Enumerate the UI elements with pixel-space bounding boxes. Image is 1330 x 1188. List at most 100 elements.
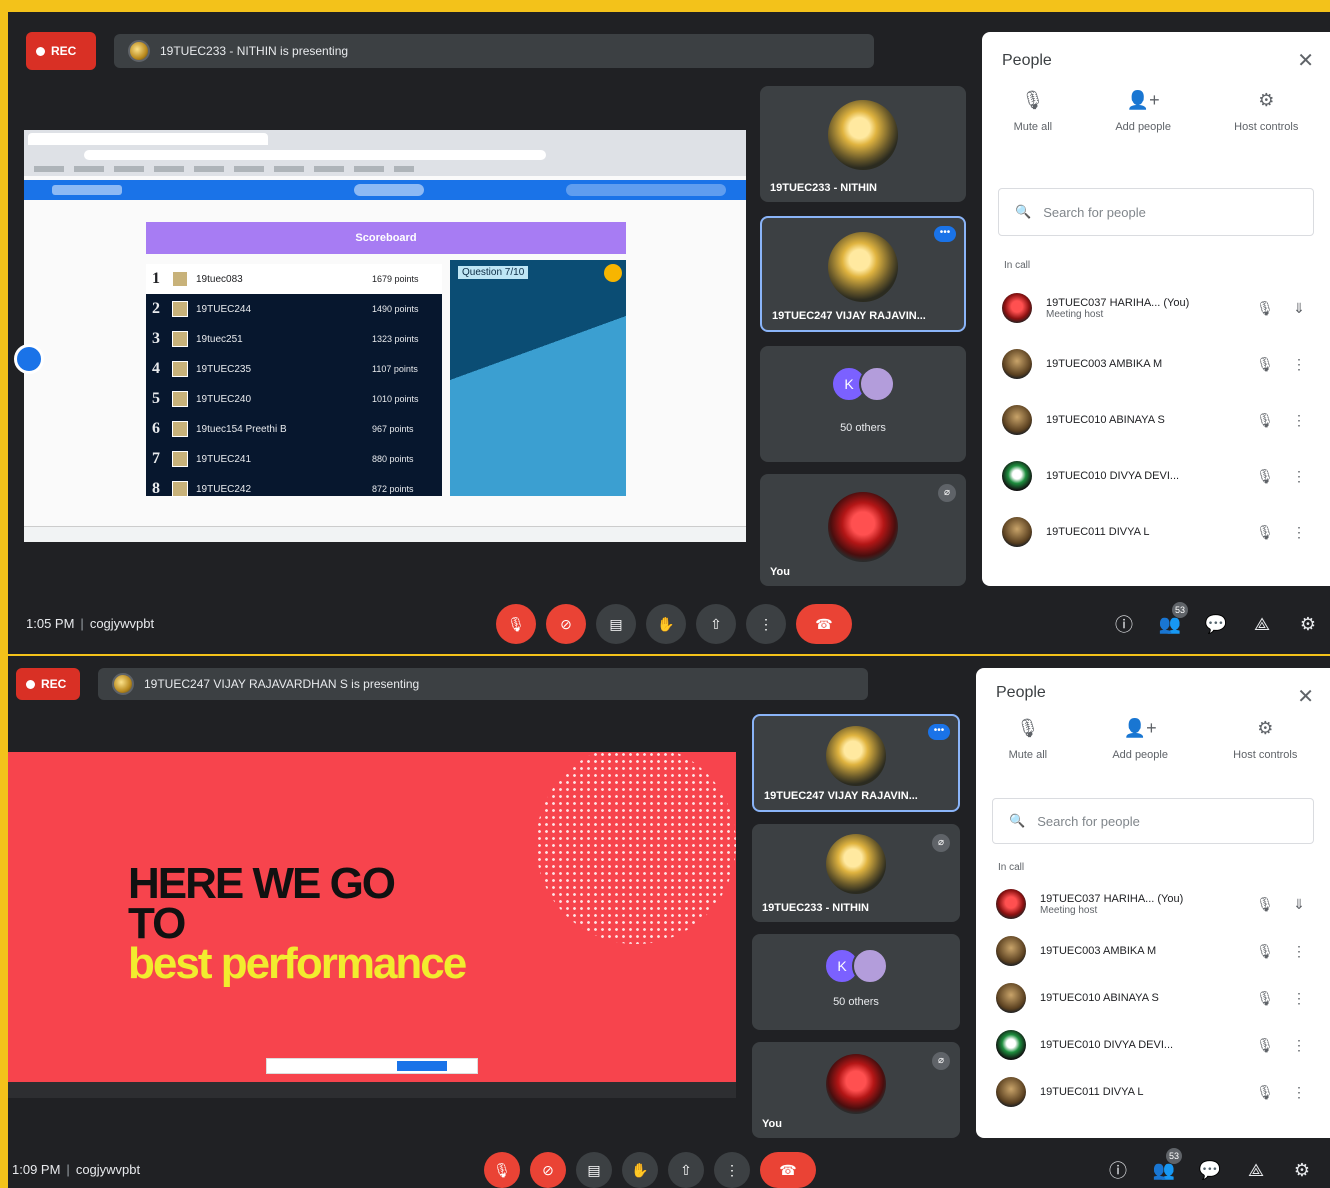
pin-icon[interactable]: ⇓ [1282,896,1316,913]
chat-icon[interactable]: 💬 [1198,1158,1222,1182]
mic-off-icon[interactable]: 🎙 [1248,412,1282,429]
more-vert-icon[interactable]: ⋮ [1282,412,1316,429]
others-tile[interactable]: K 50 others [752,934,960,1030]
shared-screen[interactable]: Scoreboard 1 19tuec083 1679 points 2 19TUEC2… [24,130,746,542]
mic-off-icon[interactable]: 🎙 [1248,1084,1282,1101]
participant-row[interactable]: 19TUEC003 AMBIKA M 🎙 ⋮ [982,342,1330,386]
captions-button[interactable]: ▤ [596,604,636,644]
player-avatar [172,361,188,377]
activities-icon[interactable]: ⟁ [1244,1158,1268,1182]
mute-all-label: Mute all [1008,749,1048,761]
mic-off-button[interactable]: 🎙 [496,604,536,644]
participant-row[interactable]: 19TUEC037 HARIHA... (You) Meeting host 🎙 ⇓ [982,286,1330,330]
participant-row[interactable]: 19TUEC003 AMBIKA M 🎙 ⋮ [976,929,1330,973]
participant-row[interactable]: 19TUEC010 DIVYA DEVI... 🎙 ⋮ [976,1023,1330,1067]
host-controls-button[interactable]: ⚙ Host controls [1234,90,1298,133]
search-input[interactable]: 🔍 Search for people [998,188,1314,236]
camera-off-button[interactable]: ⊘ [546,604,586,644]
mic-off-icon[interactable]: 🎙 [1248,524,1282,541]
more-vert-icon[interactable]: ⋮ [1282,1084,1316,1101]
player-avatar [172,271,188,287]
participant-tile-active[interactable]: ••• 19TUEC247 VIJAY RAJAVIN... [760,216,966,332]
record-dot-icon [36,46,45,56]
captions-button[interactable]: ▤ [576,1152,612,1188]
mic-off-icon[interactable]: 🎙 [1248,943,1282,960]
mute-all-button[interactable]: 🎙 Mute all [1014,90,1053,133]
raise-hand-button[interactable]: ✋ [622,1152,658,1188]
participant-name: 19TUEC247 VIJAY RAJAVIN... [772,310,926,322]
participant-avatar [1002,405,1032,435]
present-button[interactable]: ⇧ [668,1152,704,1188]
record-dot-icon [26,679,35,689]
leave-call-button[interactable]: ☎ [760,1152,816,1188]
close-icon[interactable]: ✕ [1297,48,1314,73]
tile-more-button[interactable]: ••• [934,226,956,242]
participant-row[interactable]: 19TUEC037 HARIHA... (You) Meeting host 🎙 ⇓ [976,882,1330,926]
stop-sharing-button[interactable] [397,1061,447,1071]
mic-off-icon[interactable]: 🎙 [1248,896,1282,913]
search-input[interactable]: 🔍 Search for people [992,798,1314,844]
chat-icon[interactable]: 💬 [1204,612,1228,636]
participant-row[interactable]: 19TUEC010 ABINAYA S 🎙 ⋮ [982,398,1330,442]
host-settings-icon[interactable]: ⚙ [1296,612,1320,636]
add-people-button[interactable]: 👤+ Add people [1112,718,1168,761]
self-tile[interactable]: ⌀ You [760,474,966,586]
in-call-label: In call [998,862,1025,873]
mute-all-button[interactable]: 🎙 Mute all [1009,718,1048,761]
tile-more-button[interactable]: ••• [928,724,950,740]
presenting-banner[interactable]: 19TUEC247 VIJAY RAJAVARDHAN S is present… [98,668,868,700]
others-avatars: K [831,366,895,402]
info-icon[interactable]: ⓘ [1112,612,1136,636]
mic-off-icon[interactable]: 🎙 [1248,356,1282,373]
camera-off-button[interactable]: ⊘ [530,1152,566,1188]
participant-avatar [828,100,898,170]
participant-tile[interactable]: ⌀ 19TUEC233 - NITHIN [752,824,960,922]
close-icon[interactable]: ✕ [1297,684,1314,709]
raise-hand-button[interactable]: ✋ [646,604,686,644]
host-controls-button[interactable]: ⚙ Host controls [1233,718,1297,761]
host-settings-icon[interactable]: ⚙ [1290,1158,1314,1182]
call-controls: 🎙 ⊘ ▤ ✋ ⇧ ⋮ ☎ [484,1152,816,1188]
leaderboard-row: 5 19TUEC240 1010 points [146,384,442,414]
present-button[interactable]: ⇧ [696,604,736,644]
more-vert-icon[interactable]: ⋮ [1282,356,1316,373]
participant-tile-active[interactable]: ••• 19TUEC247 VIJAY RAJAVIN... [752,714,960,812]
participant-row[interactable]: 19TUEC011 DIVYA L 🎙 ⋮ [982,510,1330,554]
mic-off-icon[interactable]: 🎙 [1248,990,1282,1007]
others-tile[interactable]: K 50 others [760,346,966,462]
more-options-button[interactable]: ⋮ [746,604,786,644]
mic-off-button[interactable]: 🎙 [484,1152,520,1188]
participant-row[interactable]: 19TUEC011 DIVYA L 🎙 ⋮ [976,1070,1330,1114]
leaderboard-row: 4 19TUEC235 1107 points [146,354,442,384]
shared-slide[interactable]: HERE WE GO TO best performance [8,752,736,1098]
participant-avatar [996,983,1026,1013]
mic-off-icon[interactable]: 🎙 [1248,300,1282,317]
search-icon: 🔍 [1009,813,1026,828]
participant-count-badge: 53 [1166,1148,1182,1164]
pin-icon[interactable]: ⇓ [1282,300,1316,317]
self-tile[interactable]: ⌀ You [752,1042,960,1138]
others-avatars: K [824,948,888,984]
more-vert-icon[interactable]: ⋮ [1282,1037,1316,1054]
prev-slide-button[interactable] [14,344,44,374]
info-icon[interactable]: ⓘ [1106,1158,1130,1182]
more-vert-icon[interactable]: ⋮ [1282,524,1316,541]
more-vert-icon[interactable]: ⋮ [1282,943,1316,960]
activities-icon[interactable]: ⟁ [1250,612,1274,636]
more-vert-icon[interactable]: ⋮ [1282,468,1316,485]
more-options-button[interactable]: ⋮ [714,1152,750,1188]
presenting-banner[interactable]: 19TUEC233 - NITHIN is presenting [114,34,874,68]
more-vert-icon[interactable]: ⋮ [1282,990,1316,1007]
participant-row[interactable]: 19TUEC010 ABINAYA S 🎙 ⋮ [976,976,1330,1020]
leave-call-button[interactable]: ☎ [796,604,852,644]
participant-info: 19TUEC010 ABINAYA S [1046,414,1248,426]
people-icon[interactable]: 👥 53 [1152,1148,1182,1182]
participant-row[interactable]: 19TUEC010 DIVYA DEVI... 🎙 ⋮ [982,454,1330,498]
participant-name: 19TUEC011 DIVYA L [1046,526,1150,538]
mic-off-icon[interactable]: 🎙 [1248,1037,1282,1054]
people-icon[interactable]: 👥 53 [1158,602,1188,636]
mic-off-icon[interactable]: 🎙 [1248,468,1282,485]
self-name: You [770,566,790,578]
add-people-button[interactable]: 👤+ Add people [1115,90,1171,133]
participant-tile[interactable]: 19TUEC233 - NITHIN [760,86,966,202]
